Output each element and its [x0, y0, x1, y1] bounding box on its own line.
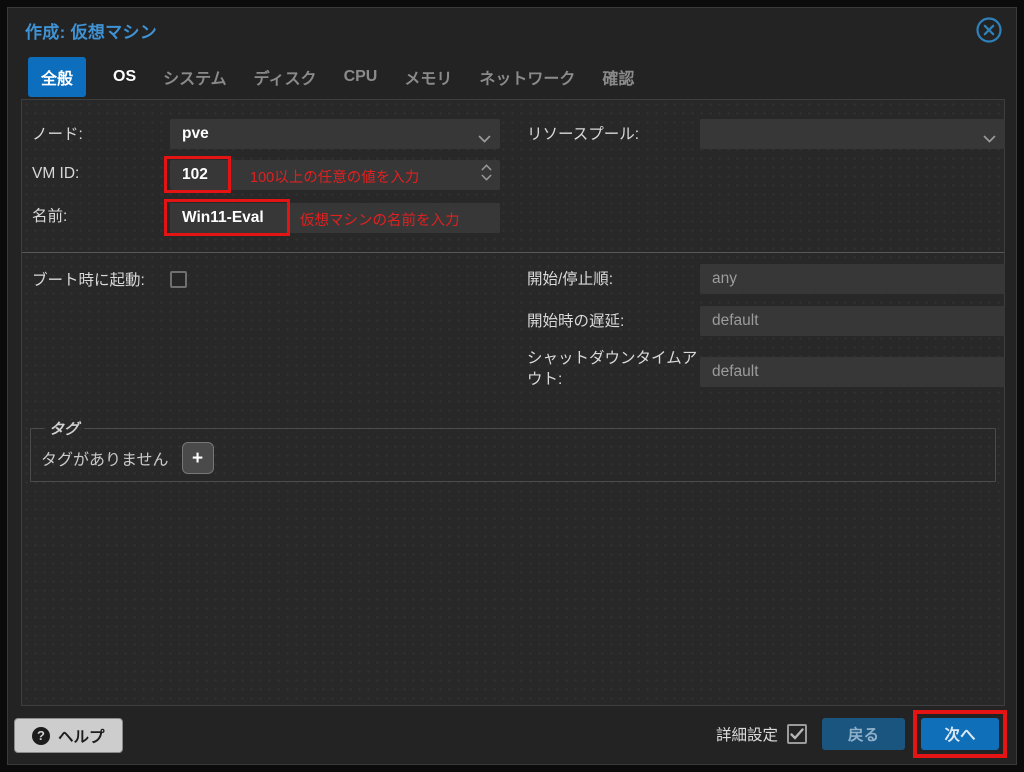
node-combobox[interactable]: pve — [170, 119, 500, 149]
resource-pool-combobox[interactable] — [700, 119, 1005, 149]
shutdown-timeout-field[interactable] — [700, 357, 1005, 387]
start-at-boot-label: ブート時に起動: — [32, 272, 145, 289]
check-icon — [790, 728, 804, 740]
chevron-down-icon[interactable] — [983, 130, 996, 148]
next-button[interactable]: 次へ — [921, 718, 999, 750]
tab-disks[interactable]: ディスク — [254, 65, 317, 89]
tab-memory[interactable]: メモリ — [404, 65, 452, 89]
node-value: pve — [182, 125, 209, 142]
plus-icon: + — [191, 447, 204, 469]
next-annotation-box: 次へ — [913, 710, 1007, 758]
back-button[interactable]: 戻る — [822, 718, 905, 750]
node-label: ノード: — [32, 126, 83, 143]
resource-pool-label: リソースプール: — [527, 126, 640, 143]
name-annotation-text: 仮想マシンの名前を入力 — [300, 213, 460, 229]
dialog-title: 作成: 仮想マシン — [25, 23, 158, 42]
help-button-label: ヘルプ — [58, 728, 105, 746]
section-divider — [22, 252, 1004, 253]
tab-confirm[interactable]: 確認 — [602, 65, 634, 89]
tab-cpu[interactable]: CPU — [344, 68, 378, 86]
advanced-label: 詳細設定 — [715, 727, 778, 744]
number-spinner-icon[interactable] — [481, 164, 492, 181]
help-button[interactable]: ? ヘルプ — [14, 718, 123, 753]
create-vm-dialog: 作成: 仮想マシン 全般 OS システム ディスク CPU メモリ ネットワーク… — [7, 7, 1017, 765]
tags-fieldset: タグ タグがありません + — [30, 418, 996, 482]
close-icon[interactable] — [974, 15, 1004, 45]
screenshot-root: 作成: 仮想マシン 全般 OS システム ディスク CPU メモリ ネットワーク… — [0, 0, 1024, 772]
start-stop-order-input[interactable] — [700, 264, 1005, 294]
shutdown-timeout-input[interactable] — [700, 357, 1005, 387]
general-form-panel: ノード: pve リソースプール: VM ID: 102 100以上の任意の値を… — [21, 99, 1005, 706]
chevron-down-icon[interactable] — [478, 130, 491, 148]
tab-system[interactable]: システム — [163, 65, 227, 89]
startup-delay-label: 開始時の遅延: — [527, 313, 625, 330]
advanced-checkbox[interactable] — [787, 724, 807, 744]
wizard-tabbar: 全般 OS システム ディスク CPU メモリ ネットワーク 確認 — [28, 57, 661, 97]
tab-network[interactable]: ネットワーク — [479, 65, 575, 89]
footer-actions: 詳細設定 戻る 次へ — [716, 709, 1007, 759]
tab-os[interactable]: OS — [113, 68, 136, 86]
name-label: 名前: — [32, 208, 68, 225]
tags-legend: タグ — [49, 421, 80, 438]
start-at-boot-checkbox[interactable] — [170, 271, 187, 288]
start-stop-order-field[interactable] — [700, 264, 1005, 294]
startup-delay-field[interactable] — [700, 306, 1005, 336]
tab-general[interactable]: 全般 — [28, 57, 87, 97]
startup-delay-input[interactable] — [700, 306, 1005, 336]
tags-empty-text: タグがありません — [41, 452, 169, 469]
question-circle-icon: ? — [32, 726, 50, 745]
vmid-annotation-text: 100以上の任意の値を入力 — [250, 170, 420, 186]
add-tag-button[interactable]: + — [181, 442, 214, 474]
start-stop-order-label: 開始/停止順: — [527, 271, 614, 288]
shutdown-timeout-label: シャットダウンタイムアウト: — [527, 350, 698, 388]
vmid-label: VM ID: — [32, 165, 80, 182]
